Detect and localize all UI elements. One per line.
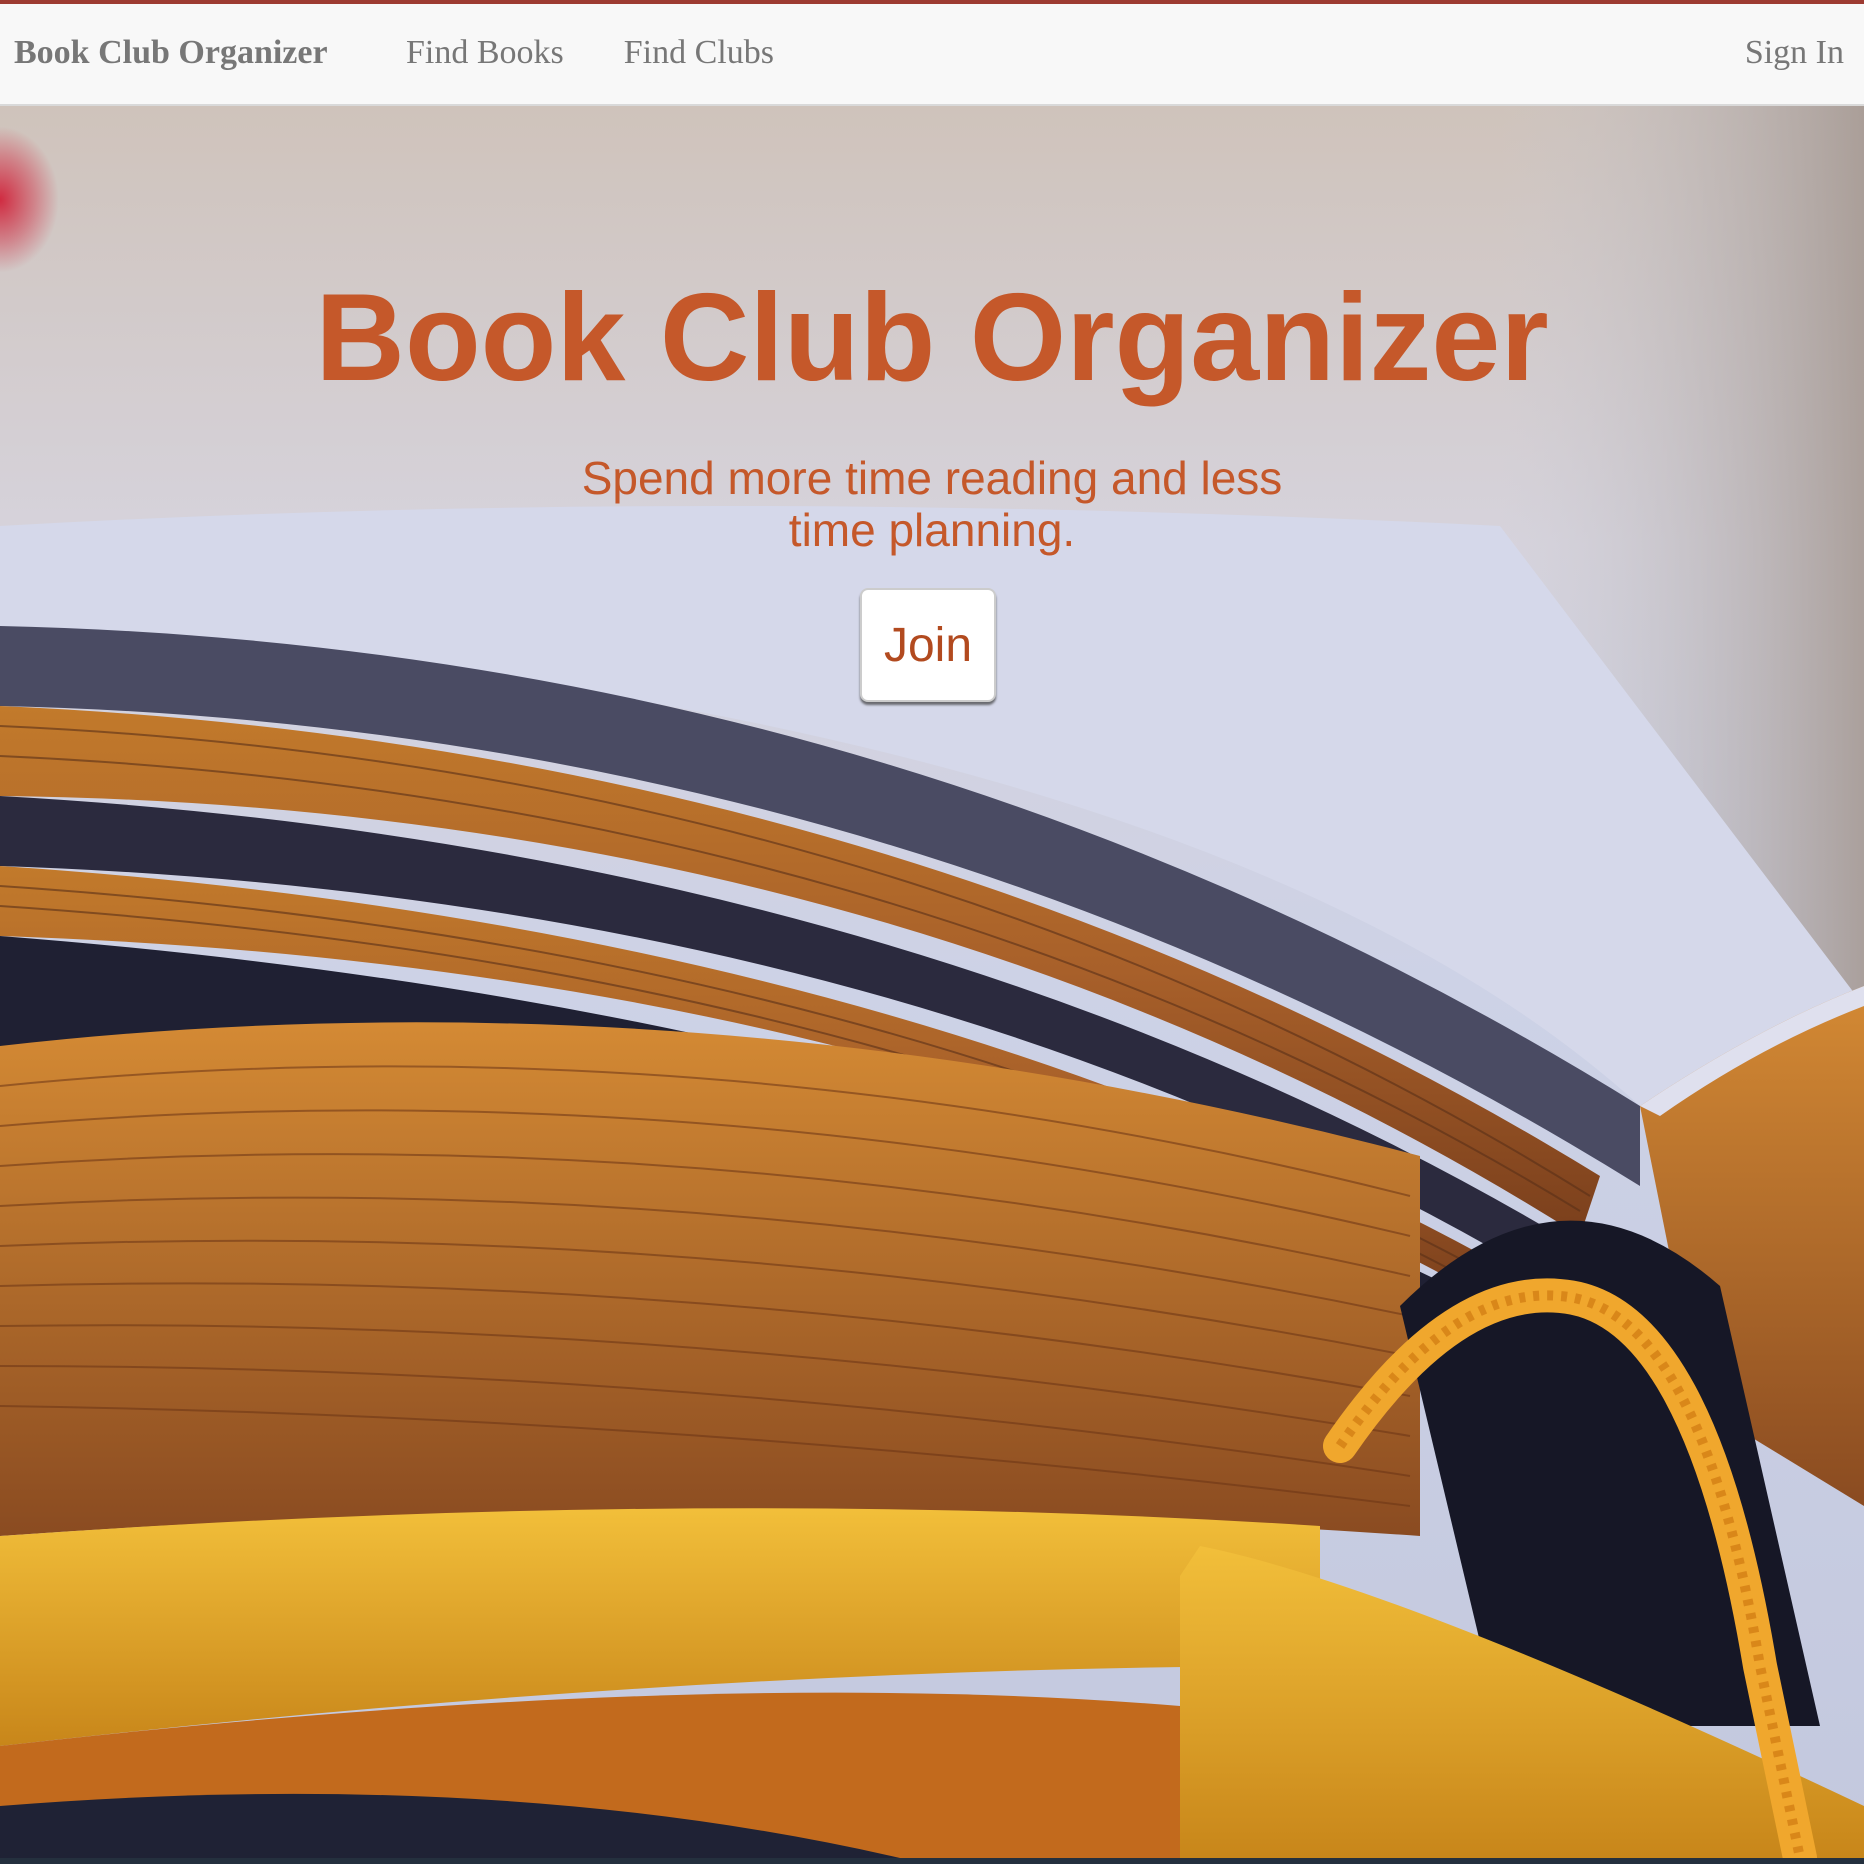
hero-section: Book Club Organizer Spend more time read… — [0, 106, 1864, 1858]
top-navbar: Book Club Organizer Find Books Find Club… — [0, 0, 1864, 106]
nav-links: Find Books Find Clubs — [406, 34, 774, 72]
join-button[interactable]: Join — [860, 588, 996, 702]
nav-link-find-clubs[interactable]: Find Clubs — [624, 34, 774, 72]
nav-link-find-books[interactable]: Find Books — [406, 34, 564, 72]
page: Book Club Organizer Find Books Find Club… — [0, 0, 1864, 1864]
hero-subtitle: Spend more time reading and less time pl… — [581, 452, 1283, 556]
bottom-edge — [0, 1858, 1864, 1864]
hero-title: Book Club Organizer — [315, 269, 1549, 407]
sign-in-link[interactable]: Sign In — [1745, 34, 1844, 72]
brand-link[interactable]: Book Club Organizer — [14, 34, 328, 72]
